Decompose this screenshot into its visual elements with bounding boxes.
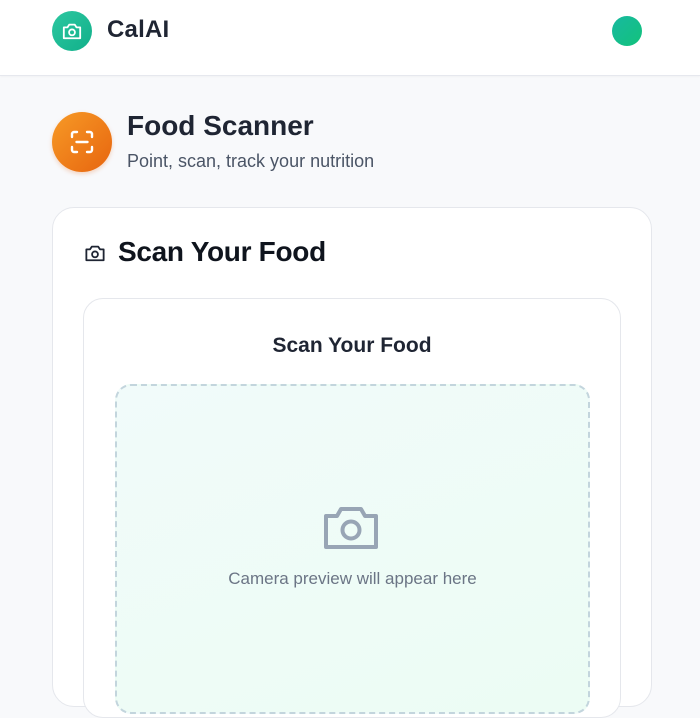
food-scanner-badge [52,112,112,172]
page-subtitle: Point, scan, track your nutrition [127,151,375,171]
avatar[interactable] [612,16,642,46]
scan-card-title: Scan Your Food [118,236,326,267]
app-title: CalAI [107,16,170,43]
scanner-panel-title: Scan Your Food [272,334,432,357]
camera-preview-placeholder: Camera preview will appear here [228,569,477,588]
top-navigation-bar: CalAI [0,0,700,76]
camera-icon [324,507,378,549]
camera-icon [62,23,82,40]
app-logo[interactable] [52,11,92,51]
page-title: Food Scanner [127,110,314,141]
camera-icon [85,245,105,262]
scan-frame-icon [70,130,94,154]
